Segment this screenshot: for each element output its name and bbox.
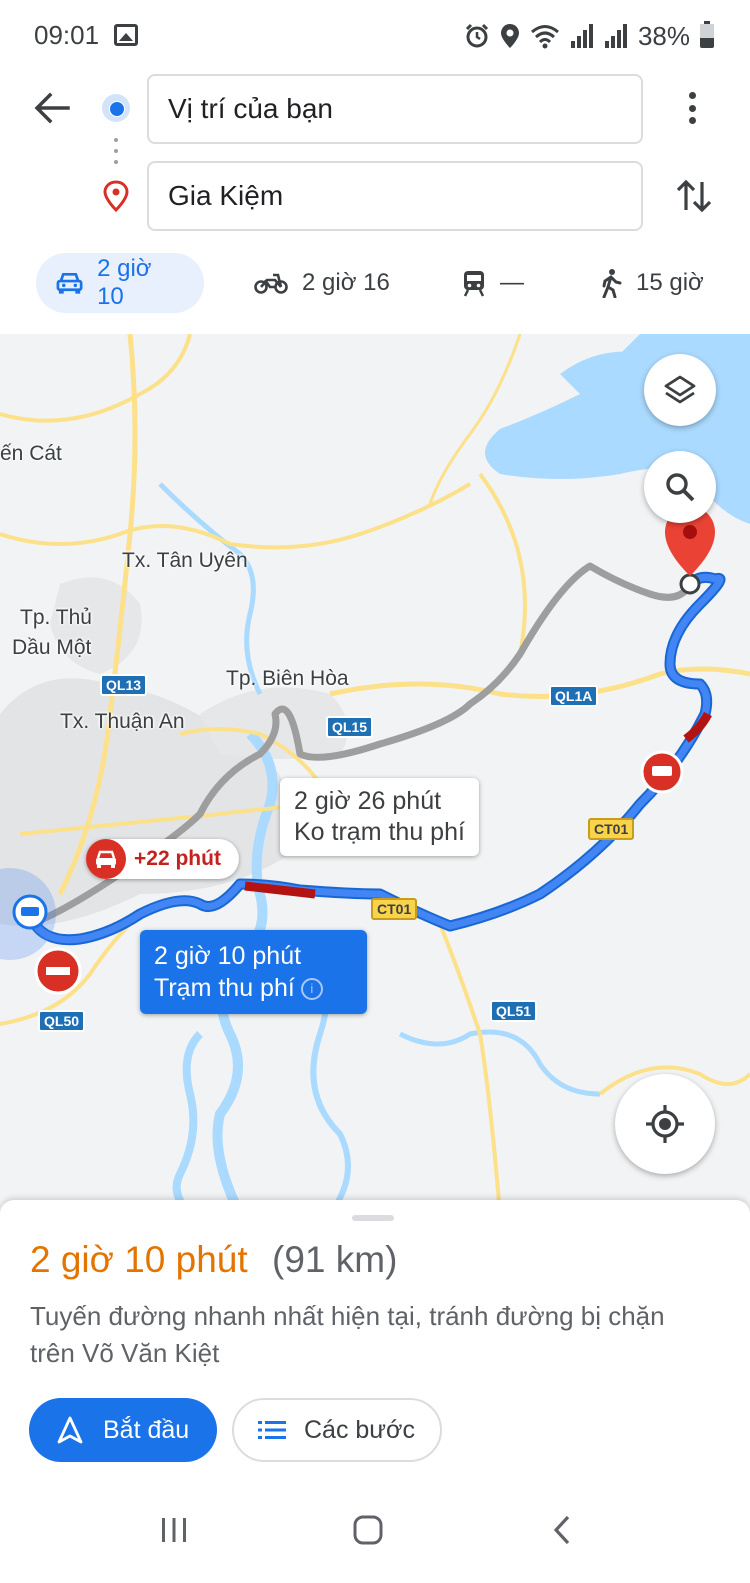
tab-transit-label: —: [500, 269, 524, 296]
info-icon: i: [300, 978, 323, 1001]
traffic-delay-text: +22 phút: [134, 847, 221, 870]
car-icon: [56, 272, 83, 294]
back-nav-button[interactable]: [538, 1506, 586, 1554]
road-shield: QL15: [326, 716, 374, 738]
tab-walk[interactable]: 15 giờ: [600, 253, 704, 313]
place-label: ến Cát: [0, 442, 62, 465]
battery-icon: [700, 21, 714, 48]
my-location-button[interactable]: [615, 1074, 715, 1174]
place-label: Tp. Biên Hòa: [226, 667, 349, 690]
start-navigation-button[interactable]: Bắt đầu: [29, 1398, 217, 1462]
layers-icon: [664, 375, 696, 404]
sheet-drag-handle[interactable]: [352, 1215, 394, 1221]
place-label: Tx. Tân Uyên: [122, 549, 248, 572]
image-icon: [114, 24, 138, 46]
home-button[interactable]: [344, 1506, 392, 1554]
road-shield: QL1A: [549, 685, 599, 707]
swap-vertical-icon: [676, 179, 712, 213]
destination-pin-icon: [102, 180, 130, 213]
tab-car-label: 2 giờ 10: [97, 255, 152, 310]
train-icon: [463, 271, 485, 297]
walking-icon: [602, 269, 622, 298]
navigation-arrow-icon: [57, 1416, 83, 1444]
tab-motorbike[interactable]: 2 giờ 16: [254, 253, 390, 313]
road-shield: QL51: [490, 1000, 538, 1022]
steps-button[interactable]: Các bước: [232, 1398, 442, 1462]
recent-apps-button[interactable]: [150, 1506, 198, 1554]
home-icon: [353, 1515, 383, 1545]
signal-icon: [604, 24, 627, 48]
search-icon: [666, 473, 695, 502]
place-label: Tp. Thủ: [20, 606, 92, 629]
search-along-route-button[interactable]: [644, 451, 716, 523]
main-route-note: Trạm thu phí: [154, 974, 295, 1002]
tab-transit[interactable]: —: [462, 253, 524, 313]
alt-route-callout[interactable]: 2 giờ 26 phút Ko trạm thu phí: [280, 778, 479, 856]
more-options-button[interactable]: [680, 88, 704, 128]
my-location-icon: [646, 1105, 684, 1143]
tab-motorbike-label: 2 giờ 16: [302, 269, 390, 296]
tab-car[interactable]: 2 giờ 10: [36, 253, 204, 313]
status-time: 09:01: [34, 20, 100, 50]
origin-dot-icon: [102, 94, 130, 122]
chevron-left-icon: [553, 1515, 570, 1545]
arrow-left-icon: [34, 92, 70, 124]
system-nav-bar: [0, 1478, 750, 1583]
location-icon: [500, 24, 519, 48]
tab-walk-label: 15 giờ: [636, 269, 704, 296]
map-view[interactable]: ến Cát Tx. Tân Uyên Tp. Thủ Dầu Một Tp. …: [0, 334, 750, 1214]
status-icons: 38%: [464, 18, 714, 54]
main-route-callout[interactable]: 2 giờ 10 phút Trạm thu phí i: [140, 930, 367, 1014]
road-shield: CT01: [371, 898, 418, 920]
destination-input[interactable]: Gia Kiệm: [147, 161, 643, 231]
layers-button[interactable]: [644, 354, 716, 426]
place-label: Tx. Thuận An: [60, 710, 185, 733]
route-connector: [114, 138, 118, 168]
swap-button[interactable]: [672, 174, 716, 218]
alt-route-note: Ko trạm thu phí: [294, 818, 465, 846]
route-duration: 2 giờ 10 phút: [30, 1239, 248, 1280]
traffic-car-icon: [86, 839, 126, 879]
list-icon: [258, 1421, 286, 1439]
status-bar: 09:01 38%: [0, 0, 750, 72]
steps-label: Các bước: [304, 1415, 415, 1444]
road-shield: CT01: [588, 818, 635, 840]
origin-input[interactable]: Vị trí của bạn: [147, 74, 643, 144]
traffic-delay-chip[interactable]: +22 phút: [86, 839, 239, 879]
recent-apps-icon: [162, 1518, 186, 1542]
main-route-time: 2 giờ 10 phút: [154, 942, 302, 970]
wifi-icon: [530, 25, 559, 49]
start-navigation-label: Bắt đầu: [103, 1415, 190, 1444]
place-label: Dầu Một: [12, 636, 92, 659]
alarm-icon: [465, 23, 489, 48]
travel-mode-tabs: 2 giờ 10 2 giờ 16 — 15 giờ: [0, 250, 750, 320]
route-description: Tuyến đường nhanh nhất hiện tại, tránh đ…: [30, 1301, 665, 1368]
signal-icon: [570, 24, 593, 48]
alt-route-time: 2 giờ 26 phút: [294, 787, 442, 815]
route-distance: (91 km): [272, 1239, 398, 1280]
road-shield: QL13: [100, 674, 148, 696]
motorbike-icon: [254, 273, 288, 294]
battery-percent: 38%: [637, 20, 690, 51]
road-shield: QL50: [38, 1010, 86, 1032]
back-button[interactable]: [30, 86, 74, 130]
